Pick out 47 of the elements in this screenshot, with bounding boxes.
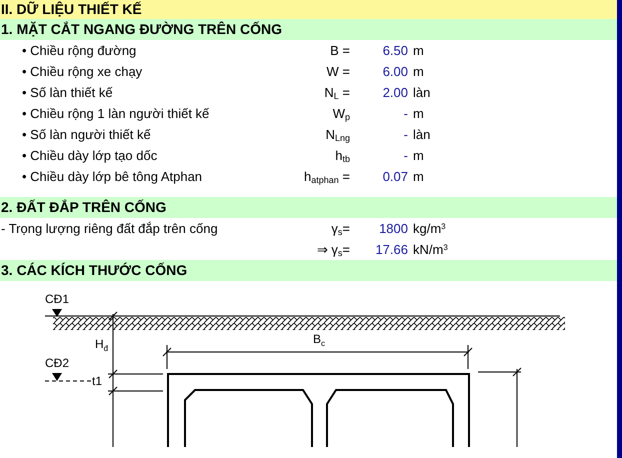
unit-text: kN/m$^{3}$ (412, 241, 449, 259)
extension-line (108, 390, 164, 392)
value-text: 6.00 (382, 63, 408, 81)
unit-text: m (412, 168, 425, 186)
unit-text: m (412, 105, 425, 123)
symbol-text: ⇒ γ$_{s}$= (316, 241, 350, 260)
symbol-text: h$_{tb}$ (334, 147, 350, 166)
symbol-text: W$_{p}$ (332, 105, 350, 124)
symbol-text: W = (326, 63, 350, 81)
dimension-label: t1 (92, 374, 102, 388)
dimension-label: H$_{đ}$ (95, 337, 108, 353)
row-label: • Chiều dày lớp tạo dốc (21, 147, 158, 165)
level-marker-icon (52, 373, 62, 381)
section-heading: 1. MẶT CẮT NGANG ĐƯỜNG TRÊN CỐNG (0, 19, 617, 40)
row-label: • Chiều dày lớp bê tông Atphan (21, 168, 204, 186)
value-text: 1800 (378, 220, 408, 238)
section-title: II. DỮ LIỆU THIẾT KẾ (0, 0, 617, 19)
dashed-line (44, 380, 92, 382)
value-text: - (402, 126, 408, 144)
section-heading: 2. ĐẤT ĐẮP TRÊN CỐNG (0, 197, 617, 218)
row-label: • Chiều rộng đường (21, 42, 138, 60)
level-label: CĐ2 (45, 356, 70, 370)
symbol-text: γ$_{s}$= (330, 220, 350, 239)
unit-text: kg/m$^{3}$ (412, 220, 447, 238)
symbol-text: N$_{Lng}$ (324, 126, 350, 145)
row-label: - Trọng lượng riêng đất đắp trên cống (0, 220, 219, 238)
value-text: 0.07 (382, 168, 408, 186)
symbol-text: h$_{atphan}$ = (303, 168, 350, 187)
row-label: • Số làn người thiết kế (21, 126, 152, 144)
unit-text: làn (412, 126, 432, 144)
symbol-text: N$_{L}$ = (323, 84, 350, 103)
value-text: - (402, 105, 408, 123)
unit-text: m (412, 42, 425, 60)
unit-text: làn (412, 84, 432, 102)
value-text: 6.50 (382, 42, 408, 60)
value-text: 2.00 (382, 84, 408, 102)
row-label: • Số làn thiết kế (21, 84, 114, 102)
row-label: • Chiều rộng 1 làn người thiết kế (21, 105, 210, 123)
row-label: • Chiều rộng xe chạy (21, 63, 144, 81)
value-text: 17.66 (374, 241, 408, 259)
dimension-label: B$_{c}$ (313, 332, 326, 348)
level-label: CĐ1 (45, 292, 70, 306)
unit-text: m (412, 63, 425, 81)
section-heading: 3. CÁC KÍCH THƯỚC CỐNG (0, 260, 617, 281)
unit-text: m (412, 147, 425, 165)
symbol-text: B = (329, 42, 350, 60)
value-text: - (402, 147, 408, 165)
